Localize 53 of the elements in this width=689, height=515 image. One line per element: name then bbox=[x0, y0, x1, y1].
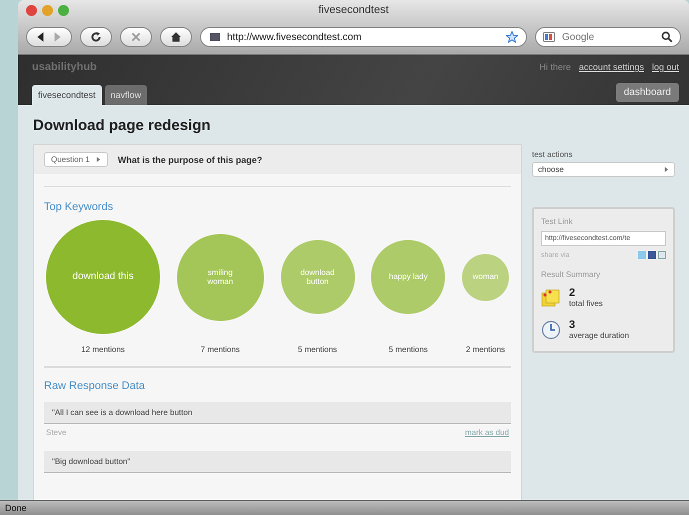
question-select[interactable]: Question 1 bbox=[44, 152, 108, 167]
app-tab[interactable]: navflow bbox=[104, 85, 148, 105]
question-text: What is the purpose of this page? bbox=[118, 154, 262, 164]
logo-text: usabilityhub bbox=[32, 61, 97, 73]
reload-icon bbox=[90, 31, 102, 43]
stop-button[interactable] bbox=[120, 27, 152, 47]
site-icon bbox=[209, 31, 221, 43]
header-link[interactable]: account settings bbox=[578, 62, 644, 72]
dashboard-button[interactable]: dashboard bbox=[616, 83, 679, 102]
search-icon[interactable] bbox=[661, 31, 673, 43]
address-field[interactable]: http://www.fivesecondtest.com bbox=[200, 27, 527, 47]
mentions-count: 7 mentions bbox=[200, 345, 240, 354]
field-label: test actions bbox=[532, 150, 574, 159]
reload-button[interactable] bbox=[80, 27, 112, 47]
window-title: fivesecondtest bbox=[318, 4, 389, 16]
mentions-count: 5 mentions bbox=[388, 345, 428, 354]
section-heading: Top Keywords bbox=[44, 186, 511, 219]
mentions-count: 12 mentions bbox=[81, 345, 125, 354]
home-button[interactable] bbox=[160, 27, 192, 47]
app-tab[interactable]: fivesecondtest bbox=[32, 85, 102, 105]
stat-label: average duration bbox=[569, 331, 630, 340]
card-heading: Test Link bbox=[541, 217, 574, 226]
search-field[interactable]: Google bbox=[535, 27, 681, 47]
zoom-icon[interactable] bbox=[58, 4, 69, 16]
keyword-bubble: woman bbox=[462, 254, 509, 300]
stat-value: 2 bbox=[569, 287, 576, 299]
close-icon bbox=[130, 31, 142, 43]
card-heading: Result Summary bbox=[541, 270, 602, 279]
stat-label: total fives bbox=[569, 299, 603, 308]
mentions-count: 2 mentions bbox=[466, 345, 506, 354]
author-name: Steve bbox=[46, 428, 66, 437]
keyword-bubble: download this bbox=[46, 220, 160, 334]
home-icon bbox=[170, 31, 182, 43]
header-link[interactable]: log out bbox=[652, 62, 679, 72]
back-forward-control[interactable] bbox=[26, 27, 72, 47]
clock-icon bbox=[541, 320, 561, 340]
section-heading: Raw Response Data bbox=[44, 367, 511, 398]
keyword-bubble: happy lady bbox=[371, 240, 446, 314]
keyword-bubble: download button bbox=[280, 240, 354, 314]
close-icon[interactable] bbox=[26, 4, 37, 16]
page-title: Download page redesign bbox=[33, 117, 212, 134]
keyword-bubble: smiling woman bbox=[176, 234, 264, 320]
caret-icon bbox=[96, 156, 101, 163]
actions-select[interactable]: choose bbox=[532, 162, 675, 177]
sticky-notes-icon bbox=[541, 288, 561, 308]
response-text: "Big download button" bbox=[44, 451, 511, 473]
star-icon[interactable] bbox=[506, 31, 518, 43]
mentions-count: 5 mentions bbox=[298, 345, 338, 354]
status-text: Done bbox=[5, 503, 27, 513]
response-text: "All I can see is a download here button bbox=[44, 402, 511, 424]
stat-value: 3 bbox=[569, 319, 576, 331]
caret-icon bbox=[664, 166, 669, 173]
greeting-text: Hi there bbox=[539, 62, 571, 72]
